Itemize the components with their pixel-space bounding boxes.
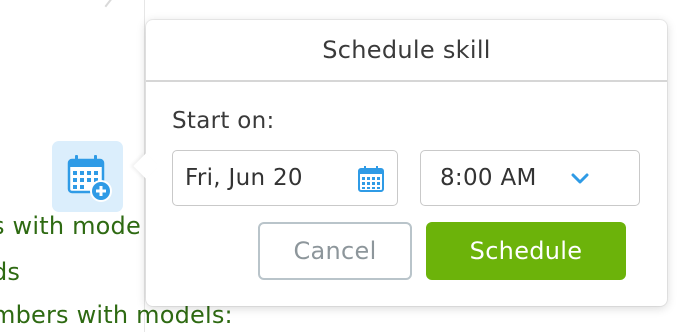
panel-divider bbox=[104, 0, 114, 8]
cancel-button[interactable]: Cancel bbox=[258, 222, 412, 280]
start-on-label: Start on: bbox=[172, 108, 275, 134]
schedule-trigger-button[interactable] bbox=[52, 141, 123, 212]
background-text-line: ds bbox=[0, 258, 21, 286]
schedule-button[interactable]: Schedule bbox=[426, 222, 626, 280]
popover-header: Schedule skill bbox=[146, 20, 667, 82]
start-date-value: Fri, Jun 20 bbox=[185, 165, 303, 191]
calendar-add-icon bbox=[67, 154, 112, 202]
chevron-down-icon bbox=[571, 173, 589, 184]
calendar-icon[interactable] bbox=[357, 165, 385, 193]
start-time-value: 8:00 AM bbox=[440, 165, 537, 191]
start-time-select[interactable]: 8:00 AM bbox=[420, 150, 640, 206]
start-date-field[interactable]: Fri, Jun 20 bbox=[172, 150, 398, 206]
screen: s with mode ds mbers with models: Schedu… bbox=[0, 0, 692, 332]
background-text-line: s with mode bbox=[0, 212, 141, 240]
schedule-popover: Schedule skill Start on: Fri, Jun 20 8:0… bbox=[133, 20, 667, 306]
popover-title: Schedule skill bbox=[322, 36, 491, 64]
